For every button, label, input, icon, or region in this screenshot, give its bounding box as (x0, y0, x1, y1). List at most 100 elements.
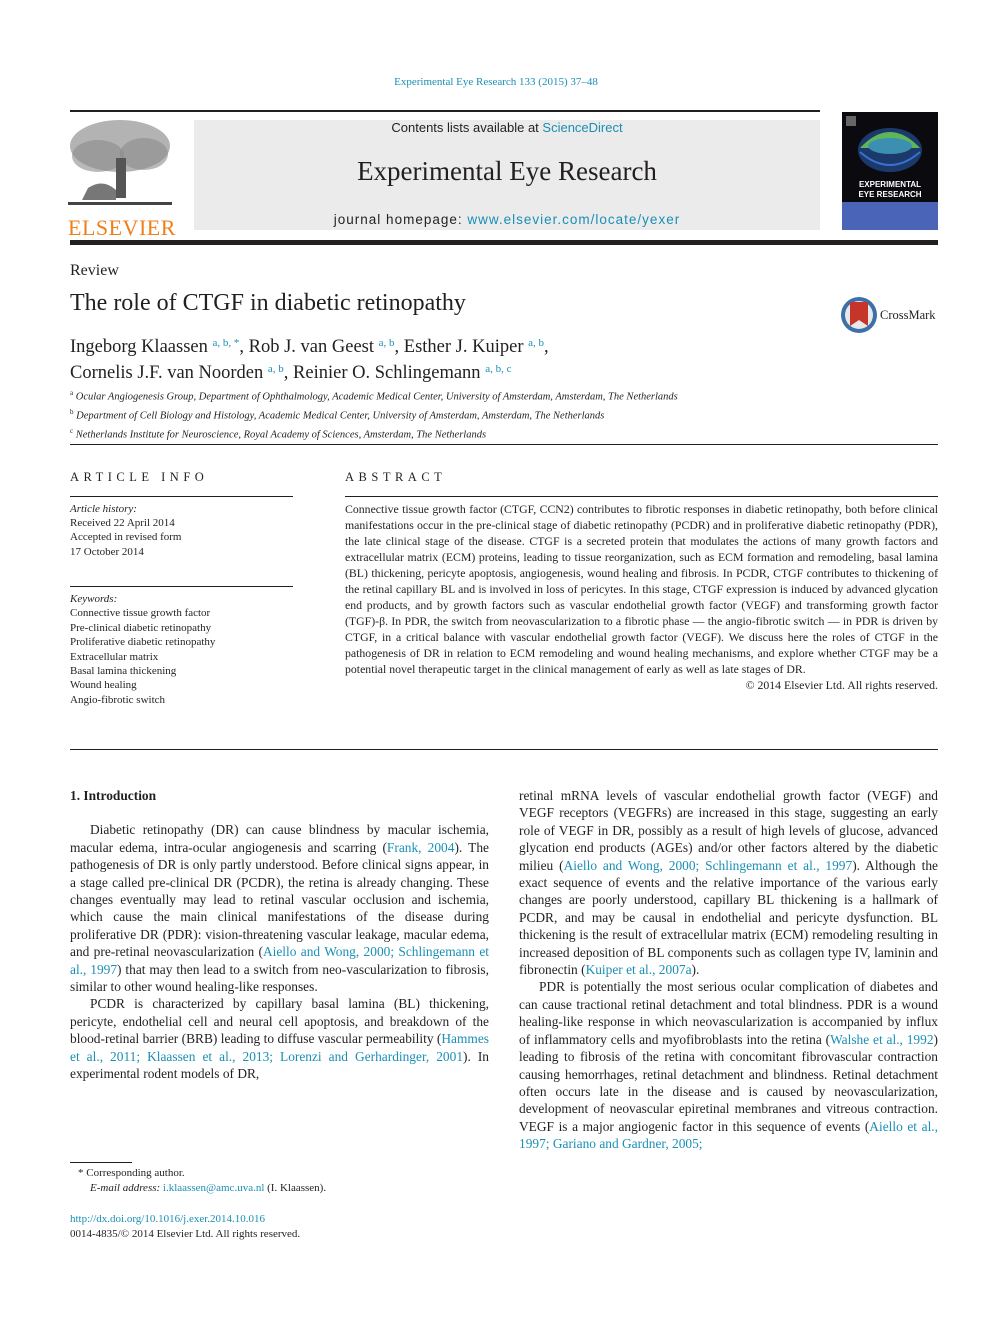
affiliation-item: c Netherlands Institute for Neuroscience… (70, 424, 678, 443)
paragraph-text: PCDR is characterized by capillary basal… (70, 996, 489, 1047)
citation-link[interactable]: Aiello and Wong, 2000; Schlingemann et a… (564, 858, 853, 873)
divider (70, 749, 938, 750)
affiliation-text: Ocular Angiogenesis Group, Department of… (75, 391, 678, 403)
divider (345, 496, 938, 497)
body-paragraph: Diabetic retinopathy (DR) can cause blin… (70, 821, 489, 995)
paragraph-text: ). Although the exact sequence of events… (519, 857, 938, 978)
divider (70, 586, 293, 587)
author-sep: , (544, 337, 549, 357)
email-label: E-mail address: (90, 1182, 163, 1194)
author-name[interactable]: Reinier O. Schlingemann (293, 363, 481, 383)
homepage-prefix: journal homepage: (333, 212, 468, 227)
crossmark-label: CrossMark (880, 308, 936, 322)
author-sep: , (239, 337, 249, 357)
body-paragraph: PCDR is characterized by capillary basal… (70, 995, 489, 1082)
history-item: 17 October 2014 (70, 545, 144, 558)
author-name[interactable]: Cornelis J.F. van Noorden (70, 363, 263, 383)
history-item: Received 22 April 2014 (70, 517, 175, 530)
paragraph-text: ). (691, 962, 700, 978)
doi-block: http://dx.doi.org/10.1016/j.exer.2014.10… (70, 1212, 300, 1242)
author-sep: , (394, 337, 404, 357)
article-title: The role of CTGF in diabetic retinopathy (70, 290, 466, 316)
author-list: Ingeborg Klaassen a, b, *, Rob J. van Ge… (70, 332, 549, 384)
citation-link[interactable]: Walshe et al., 1992 (830, 1032, 933, 1047)
corresponding-label: * Corresponding author. (78, 1167, 185, 1179)
email-line: E-mail address: i.klaassen@amc.uva.nl (I… (78, 1181, 326, 1196)
body-column-left: 1. Introduction Diabetic retinopathy (DR… (70, 787, 489, 1083)
abstract-text: Connective tissue growth factor (CTGF, C… (345, 502, 938, 676)
journal-homepage: journal homepage: www.elsevier.com/locat… (194, 212, 820, 227)
abstract-body: Connective tissue growth factor (CTGF, C… (345, 501, 938, 693)
paragraph-text: ). The pathogenesis of DR is only partly… (70, 839, 489, 960)
elsevier-tree-icon (68, 118, 172, 208)
article-history: Article history: Received 22 April 2014 … (70, 502, 181, 559)
author-name[interactable]: Ingeborg Klaassen (70, 337, 208, 357)
contents-prefix: Contents lists available at (391, 120, 543, 135)
journal-banner: Contents lists available at ScienceDirec… (194, 120, 820, 230)
affiliation-item: b Department of Cell Biology and Histolo… (70, 405, 678, 424)
sciencedirect-link[interactable]: ScienceDirect (542, 120, 622, 135)
affiliation-key: b (70, 408, 74, 416)
affiliation-text: Department of Cell Biology and Histology… (76, 410, 605, 422)
journal-cover-image[interactable]: EXPERIMENTAL EYE RESEARCH (842, 112, 938, 230)
keyword-item: Proliferative diabetic retinopathy (70, 636, 216, 649)
article-info-heading: ARTICLE INFO (70, 470, 209, 484)
header-rule (70, 110, 820, 112)
cover-title: EXPERIMENTAL EYE RESEARCH (842, 180, 938, 200)
author-affil-sup[interactable]: a, b (528, 337, 544, 349)
journal-name: Experimental Eye Research (357, 156, 657, 186)
author-line-1: Ingeborg Klaassen a, b, *, Rob J. van Ge… (70, 332, 549, 358)
footnote-rule (70, 1162, 132, 1163)
keyword-item: Angio-fibrotic switch (70, 693, 166, 706)
author-name[interactable]: Rob J. van Geest (249, 337, 374, 357)
author-affil-sup[interactable]: a, b, c (485, 363, 511, 375)
citation-link[interactable]: Frank, 2004 (387, 840, 455, 855)
paragraph-text: ) that may then lead to a switch from ne… (70, 961, 489, 995)
author-affil-sup[interactable]: a, b (379, 337, 395, 349)
email-suffix: (I. Klaassen). (264, 1182, 327, 1194)
journal-reference[interactable]: Experimental Eye Research 133 (2015) 37–… (0, 76, 992, 88)
elsevier-logo[interactable]: ELSEVIER (68, 118, 176, 240)
affiliation-key: a (70, 389, 74, 397)
elsevier-wordmark: ELSEVIER (68, 215, 176, 240)
keyword-item: Extracellular matrix (70, 650, 159, 663)
body-paragraph: retinal mRNA levels of vascular endothel… (519, 787, 938, 978)
cover-title-line2: EYE RESEARCH (858, 190, 922, 199)
contents-line: Contents lists available at ScienceDirec… (194, 120, 820, 135)
section-heading: 1. Introduction (70, 788, 157, 803)
author-affil-sup[interactable]: a, b, * (212, 337, 239, 349)
author-name[interactable]: Esther J. Kuiper (404, 337, 524, 357)
keyword-item: Wound healing (70, 679, 137, 692)
keywords: Keywords: Connective tissue growth facto… (70, 592, 215, 707)
keyword-item: Pre-clinical diabetic retinopathy (70, 621, 212, 634)
abstract-heading: ABSTRACT (345, 470, 447, 484)
crossmark-icon (841, 297, 877, 333)
divider (70, 496, 293, 497)
issn-copyright: 0014-4835/© 2014 Elsevier Ltd. All right… (70, 1228, 301, 1240)
email-link[interactable]: i.klaassen@amc.uva.nl (163, 1182, 264, 1194)
affiliations: a Ocular Angiogenesis Group, Department … (70, 386, 678, 443)
keywords-label: Keywords: (70, 593, 118, 605)
affiliation-key: c (70, 427, 74, 435)
corresponding-author-footnote: * Corresponding author. E-mail address: … (78, 1166, 326, 1196)
affiliation-text: Netherlands Institute for Neuroscience, … (75, 429, 487, 441)
abstract-copyright: © 2014 Elsevier Ltd. All rights reserved… (745, 678, 938, 692)
homepage-link[interactable]: www.elsevier.com/locate/yexer (467, 212, 680, 227)
body-column-right: retinal mRNA levels of vascular endothel… (519, 787, 938, 1153)
left-paragraphs: Diabetic retinopathy (DR) can cause blin… (70, 821, 489, 1082)
doi-link[interactable]: http://dx.doi.org/10.1016/j.exer.2014.10… (70, 1213, 265, 1225)
author-affil-sup[interactable]: a, b (268, 363, 284, 375)
divider (70, 444, 938, 445)
keyword-item: Connective tissue growth factor (70, 607, 211, 620)
cover-band (842, 202, 938, 230)
history-label: Article history: (70, 503, 137, 515)
citation-link[interactable]: Kuiper et al., 2007a (586, 962, 692, 977)
cover-title-line1: EXPERIMENTAL (858, 180, 922, 189)
article-type: Review (70, 262, 119, 279)
right-paragraphs: retinal mRNA levels of vascular endothel… (519, 787, 938, 1153)
author-line-2: Cornelis J.F. van Noorden a, b, Reinier … (70, 358, 549, 384)
body-paragraph: PDR is potentially the most serious ocul… (519, 978, 938, 1152)
header-thick-rule (70, 240, 938, 245)
crossmark-button[interactable]: CrossMark (840, 296, 940, 336)
affiliation-item: a Ocular Angiogenesis Group, Department … (70, 386, 678, 405)
